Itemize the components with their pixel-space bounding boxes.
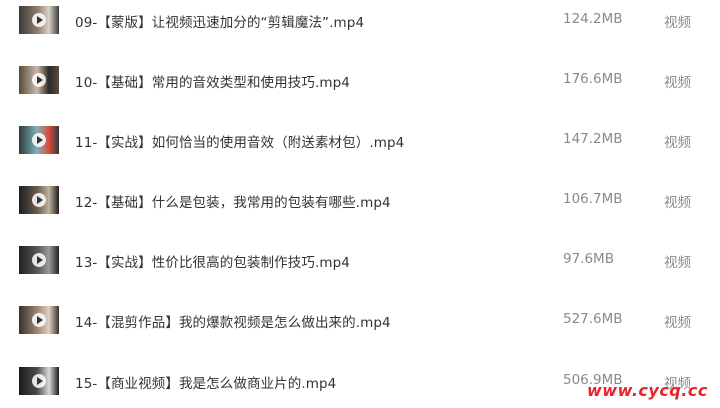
video-thumbnail[interactable] [19,6,59,34]
file-name[interactable]: 14-【混剪作品】我的爆款视频是怎么做出来的.mp4 [75,311,391,331]
play-icon [32,374,46,388]
video-thumbnail[interactable] [19,246,59,274]
watermark: www.cycq.cc [587,381,708,400]
file-row[interactable]: 09-【蒙版】让视频迅速加分的“剪辑魔法”.mp4 124.2MB 视频 [0,0,720,60]
file-type: 视频 [664,195,691,211]
file-size: 176.6MB [563,71,623,87]
play-icon [32,73,46,87]
play-icon [32,133,46,147]
file-name[interactable]: 09-【蒙版】让视频迅速加分的“剪辑魔法”.mp4 [75,11,364,31]
play-icon [32,13,46,27]
video-thumbnail[interactable] [19,186,59,214]
file-type: 视频 [664,15,691,31]
play-icon [32,313,46,327]
file-row[interactable]: 10-【基础】常用的音效类型和使用技巧.mp4 176.6MB 视频 [0,60,720,120]
file-name[interactable]: 13-【实战】性价比很高的包装制作技巧.mp4 [75,251,350,271]
play-icon [32,193,46,207]
file-row[interactable]: 13-【实战】性价比很高的包装制作技巧.mp4 97.6MB 视频 [0,240,720,300]
video-thumbnail[interactable] [19,306,59,334]
file-type: 视频 [664,135,691,151]
file-size: 106.7MB [563,191,623,207]
file-type: 视频 [664,255,691,271]
file-name[interactable]: 15-【商业视频】我是怎么做商业片的.mp4 [75,372,336,392]
file-name[interactable]: 12-【基础】什么是包装，我常用的包装有哪些.mp4 [75,191,391,211]
video-thumbnail[interactable] [19,66,59,94]
file-type: 视频 [664,315,691,331]
file-row[interactable]: 11-【实战】如何恰当的使用音效（附送素材包）.mp4 147.2MB 视频 [0,120,720,180]
file-name[interactable]: 10-【基础】常用的音效类型和使用技巧.mp4 [75,71,350,91]
file-row[interactable]: 14-【混剪作品】我的爆款视频是怎么做出来的.mp4 527.6MB 视频 [0,300,720,360]
play-icon [32,253,46,267]
file-size: 97.6MB [563,251,614,267]
file-size: 124.2MB [563,11,623,27]
file-list: 09-【蒙版】让视频迅速加分的“剪辑魔法”.mp4 124.2MB 视频 10-【基础… [0,0,720,408]
video-thumbnail[interactable] [19,126,59,154]
video-thumbnail[interactable] [19,367,59,395]
file-name[interactable]: 11-【实战】如何恰当的使用音效（附送素材包）.mp4 [75,131,404,151]
file-size: 147.2MB [563,131,623,147]
file-type: 视频 [664,75,691,91]
file-size: 527.6MB [563,311,623,327]
file-row[interactable]: 12-【基础】什么是包装，我常用的包装有哪些.mp4 106.7MB 视频 [0,180,720,240]
